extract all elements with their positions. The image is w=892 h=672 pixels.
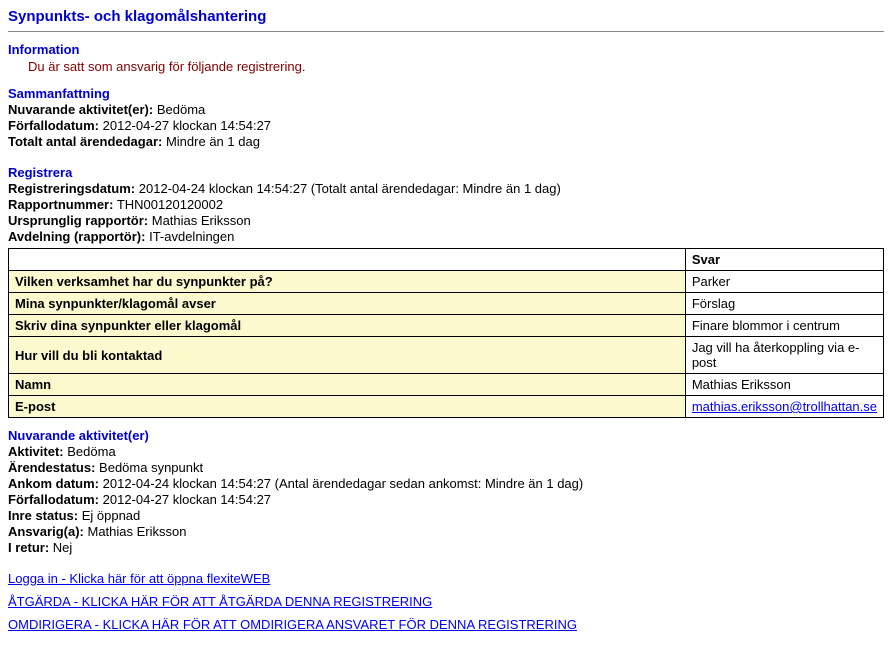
current-innerstatus-value: Ej öppnad bbox=[82, 508, 141, 523]
register-origreporter-value: Mathias Eriksson bbox=[152, 213, 251, 228]
register-regdate-label: Registreringsdatum: bbox=[8, 181, 135, 196]
action-link[interactable]: ÅTGÄRDA - KLICKA HÄR FÖR ATT ÅTGÄRDA DEN… bbox=[8, 594, 432, 609]
answer-cell: Parker bbox=[685, 271, 883, 293]
current-status-label: Ärendestatus: bbox=[8, 460, 95, 475]
current-innerstatus-label: Inre status: bbox=[8, 508, 78, 523]
title-divider bbox=[8, 31, 884, 32]
current-status: Ärendestatus: Bedöma synpunkt bbox=[8, 460, 884, 475]
register-dept: Avdelning (rapportör): IT-avdelningen bbox=[8, 229, 884, 244]
register-dept-label: Avdelning (rapportör): bbox=[8, 229, 145, 244]
register-origreporter-label: Ursprunglig rapportör: bbox=[8, 213, 148, 228]
table-row: Vilken verksamhet har du synpunkter på? … bbox=[9, 271, 884, 293]
current-due: Förfallodatum: 2012-04-27 klockan 14:54:… bbox=[8, 492, 884, 507]
register-reportnum: Rapportnummer: THN00120120002 bbox=[8, 197, 884, 212]
login-link[interactable]: Logga in - Klicka här för att öppna flex… bbox=[8, 571, 270, 586]
answer-cell: Finare blommor i centrum bbox=[685, 315, 883, 337]
current-innerstatus: Inre status: Ej öppnad bbox=[8, 508, 884, 523]
current-return: I retur: Nej bbox=[8, 540, 884, 555]
question-cell: Vilken verksamhet har du synpunkter på? bbox=[9, 271, 686, 293]
summary-duedate: Förfallodatum: 2012-04-27 klockan 14:54:… bbox=[8, 118, 884, 133]
table-row: Namn Mathias Eriksson bbox=[9, 374, 884, 396]
summary-totaldays-value: Mindre än 1 dag bbox=[166, 134, 260, 149]
summary-header: Sammanfattning bbox=[8, 86, 884, 101]
question-cell: Skriv dina synpunkter eller klagomål bbox=[9, 315, 686, 337]
answer-cell: Förslag bbox=[685, 293, 883, 315]
summary-current-activities-label: Nuvarande aktivitet(er): bbox=[8, 102, 153, 117]
current-status-value: Bedöma synpunkt bbox=[99, 460, 203, 475]
current-arrived-value: 2012-04-24 klockan 14:54:27 (Antal ärend… bbox=[103, 476, 584, 491]
question-cell: Hur vill du bli kontaktad bbox=[9, 337, 686, 374]
current-responsible: Ansvarig(a): Mathias Eriksson bbox=[8, 524, 884, 539]
summary-current-activities-value: Bedöma bbox=[157, 102, 205, 117]
current-arrived: Ankom datum: 2012-04-24 klockan 14:54:27… bbox=[8, 476, 884, 491]
answer-cell-email: mathias.eriksson@trollhattan.se bbox=[685, 396, 883, 418]
current-activity-value: Bedöma bbox=[67, 444, 115, 459]
table-row: Skriv dina synpunkter eller klagomål Fin… bbox=[9, 315, 884, 337]
register-dept-value: IT-avdelningen bbox=[149, 229, 234, 244]
question-cell: E-post bbox=[9, 396, 686, 418]
register-regdate-value: 2012-04-24 klockan 14:54:27 (Totalt anta… bbox=[139, 181, 561, 196]
redirect-link[interactable]: OMDIRIGERA - KLICKA HÄR FÖR ATT OMDIRIGE… bbox=[8, 617, 577, 632]
table-header-row: Svar bbox=[9, 249, 884, 271]
current-activity-label: Aktivitet: bbox=[8, 444, 64, 459]
register-origreporter: Ursprunglig rapportör: Mathias Eriksson bbox=[8, 213, 884, 228]
register-header: Registrera bbox=[8, 165, 884, 180]
current-return-label: I retur: bbox=[8, 540, 49, 555]
register-reportnum-label: Rapportnummer: bbox=[8, 197, 113, 212]
summary-totaldays-label: Totalt antal ärendedagar: bbox=[8, 134, 162, 149]
current-activity: Aktivitet: Bedöma bbox=[8, 444, 884, 459]
table-row: Hur vill du bli kontaktad Jag vill ha åt… bbox=[9, 337, 884, 374]
answer-cell: Mathias Eriksson bbox=[685, 374, 883, 396]
summary-duedate-value: 2012-04-27 klockan 14:54:27 bbox=[103, 118, 271, 133]
current-header: Nuvarande aktivitet(er) bbox=[8, 428, 884, 443]
current-arrived-label: Ankom datum: bbox=[8, 476, 99, 491]
table-row: Mina synpunkter/klagomål avser Förslag bbox=[9, 293, 884, 315]
answer-cell: Jag vill ha återkoppling via e-post bbox=[685, 337, 883, 374]
question-cell: Mina synpunkter/klagomål avser bbox=[9, 293, 686, 315]
question-cell: Namn bbox=[9, 374, 686, 396]
info-header: Information bbox=[8, 42, 884, 57]
table-header-answer: Svar bbox=[685, 249, 883, 271]
summary-totaldays: Totalt antal ärendedagar: Mindre än 1 da… bbox=[8, 134, 884, 149]
summary-duedate-label: Förfallodatum: bbox=[8, 118, 99, 133]
register-regdate: Registreringsdatum: 2012-04-24 klockan 1… bbox=[8, 181, 884, 196]
current-due-value: 2012-04-27 klockan 14:54:27 bbox=[103, 492, 271, 507]
email-link[interactable]: mathias.eriksson@trollhattan.se bbox=[692, 399, 877, 414]
current-return-value: Nej bbox=[53, 540, 73, 555]
current-due-label: Förfallodatum: bbox=[8, 492, 99, 507]
current-responsible-label: Ansvarig(a): bbox=[8, 524, 84, 539]
register-reportnum-value: THN00120120002 bbox=[117, 197, 223, 212]
page-title: Synpunkts- och klagomålshantering bbox=[8, 8, 884, 25]
current-responsible-value: Mathias Eriksson bbox=[87, 524, 186, 539]
table-header-blank bbox=[9, 249, 686, 271]
qa-table: Svar Vilken verksamhet har du synpunkter… bbox=[8, 248, 884, 418]
table-row-email: E-post mathias.eriksson@trollhattan.se bbox=[9, 396, 884, 418]
info-message: Du är satt som ansvarig för följande reg… bbox=[28, 59, 884, 74]
summary-current-activities: Nuvarande aktivitet(er): Bedöma bbox=[8, 102, 884, 117]
